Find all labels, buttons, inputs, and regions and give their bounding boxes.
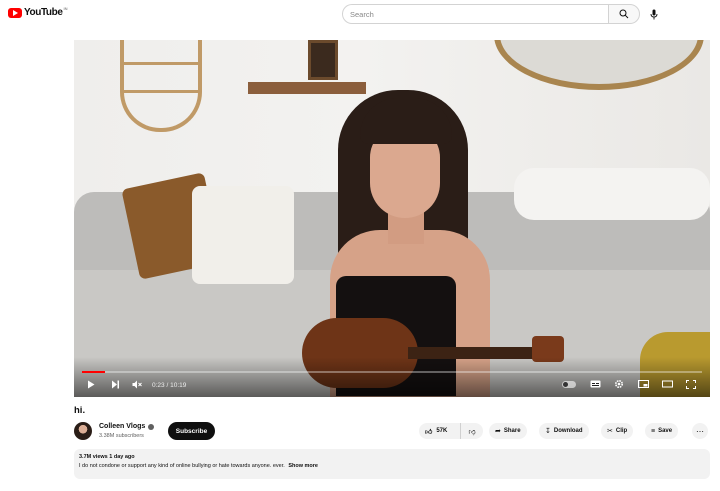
video-frame-wall-shelf (248, 82, 366, 94)
time-display: 0:23 / 10:19 (152, 382, 186, 389)
more-horizontal-icon: ⋯ (696, 426, 704, 436)
like-button[interactable]: 👍︎ 57K (419, 423, 461, 439)
channel-name-row[interactable]: Colleen Vlogs (99, 423, 155, 430)
channel-name[interactable]: Colleen Vlogs (99, 423, 145, 430)
progress-bar[interactable] (82, 371, 702, 373)
description-text-row: I do not condone or support any kind of … (79, 463, 705, 469)
video-frame-pillow (192, 186, 294, 284)
share-icon: ➦ (495, 428, 501, 435)
save-label: Save (658, 428, 673, 434)
search-box[interactable] (342, 4, 608, 24)
description-text: I do not condone or support any kind of … (79, 463, 285, 469)
settings-button[interactable] (612, 377, 626, 391)
progress-bar-fill (82, 371, 105, 373)
video-frame-arch-shelf (120, 40, 202, 132)
like-dislike-group: 👍︎ 57K 👎︎ (419, 423, 483, 439)
share-button[interactable]: ➦ Share (489, 423, 527, 439)
subscriber-count: 3.38M subscribers (99, 433, 144, 439)
video-player[interactable]: 0:23 / 10:19 (74, 40, 710, 397)
logo-region-code: IN (63, 6, 68, 11)
download-button[interactable]: ↧ Download (539, 423, 589, 439)
autoplay-toggle[interactable] (562, 381, 576, 388)
gear-icon (614, 379, 624, 389)
search-icon (619, 9, 629, 19)
video-frame-picture (308, 40, 338, 80)
share-label: Share (503, 428, 521, 434)
youtube-play-logo-icon (8, 7, 22, 18)
fullscreen-button[interactable] (684, 377, 698, 391)
time-total: 10:19 (170, 382, 187, 389)
save-playlist-icon: ≡ (651, 427, 656, 435)
mute-button[interactable] (130, 377, 144, 391)
thumbs-down-icon: 👎︎ (468, 428, 476, 436)
time-current: 0:23 (152, 382, 165, 389)
save-button[interactable]: ≡ Save (645, 423, 679, 439)
youtube-logo[interactable]: YouTube IN (8, 6, 68, 18)
subtitles-icon (590, 380, 600, 388)
voice-search-button[interactable] (646, 6, 662, 22)
download-icon: ↧ (545, 428, 551, 435)
microphone-icon (650, 9, 658, 19)
clip-label: Clip (615, 428, 628, 434)
clip-button[interactable]: ✂ Clip (601, 423, 634, 439)
like-count: 57K (436, 428, 448, 434)
channel-avatar[interactable] (74, 422, 92, 440)
miniplayer-icon (637, 380, 649, 388)
thumbs-up-icon: 👍︎ (425, 428, 433, 436)
show-more-link[interactable]: Show more (288, 463, 318, 469)
theater-mode-button[interactable] (660, 377, 674, 391)
video-frame-pillow (514, 168, 710, 220)
next-button[interactable] (108, 377, 122, 391)
search-button[interactable] (608, 4, 640, 24)
logo-text: YouTube (24, 7, 63, 18)
download-label: Download (553, 428, 583, 434)
verified-icon (148, 423, 155, 430)
view-count-and-date: 3.7M views 1 day ago (79, 454, 135, 460)
youtube-watch-page: YouTube IN Search 0:23 / 10:19 hi. Colle… (0, 0, 720, 491)
more-actions-button[interactable]: ⋯ (692, 423, 708, 439)
subtitles-button[interactable] (588, 377, 602, 391)
volume-muted-icon (132, 380, 142, 388)
theater-mode-icon (661, 380, 673, 388)
search-bar (342, 4, 640, 24)
miniplayer-button[interactable] (636, 377, 650, 391)
play-button[interactable] (84, 377, 98, 391)
dislike-button[interactable]: 👎︎ (461, 423, 483, 439)
subscribe-button[interactable]: Subscribe (168, 422, 215, 440)
scissors-icon: ✂ (607, 428, 613, 435)
search-input[interactable] (350, 9, 608, 19)
skip-next-icon (111, 380, 119, 388)
fullscreen-icon (686, 379, 696, 389)
play-icon (88, 380, 95, 388)
video-title: hi. (74, 405, 86, 416)
description-box[interactable]: 3.7M views 1 day ago I do not condone or… (74, 449, 710, 479)
